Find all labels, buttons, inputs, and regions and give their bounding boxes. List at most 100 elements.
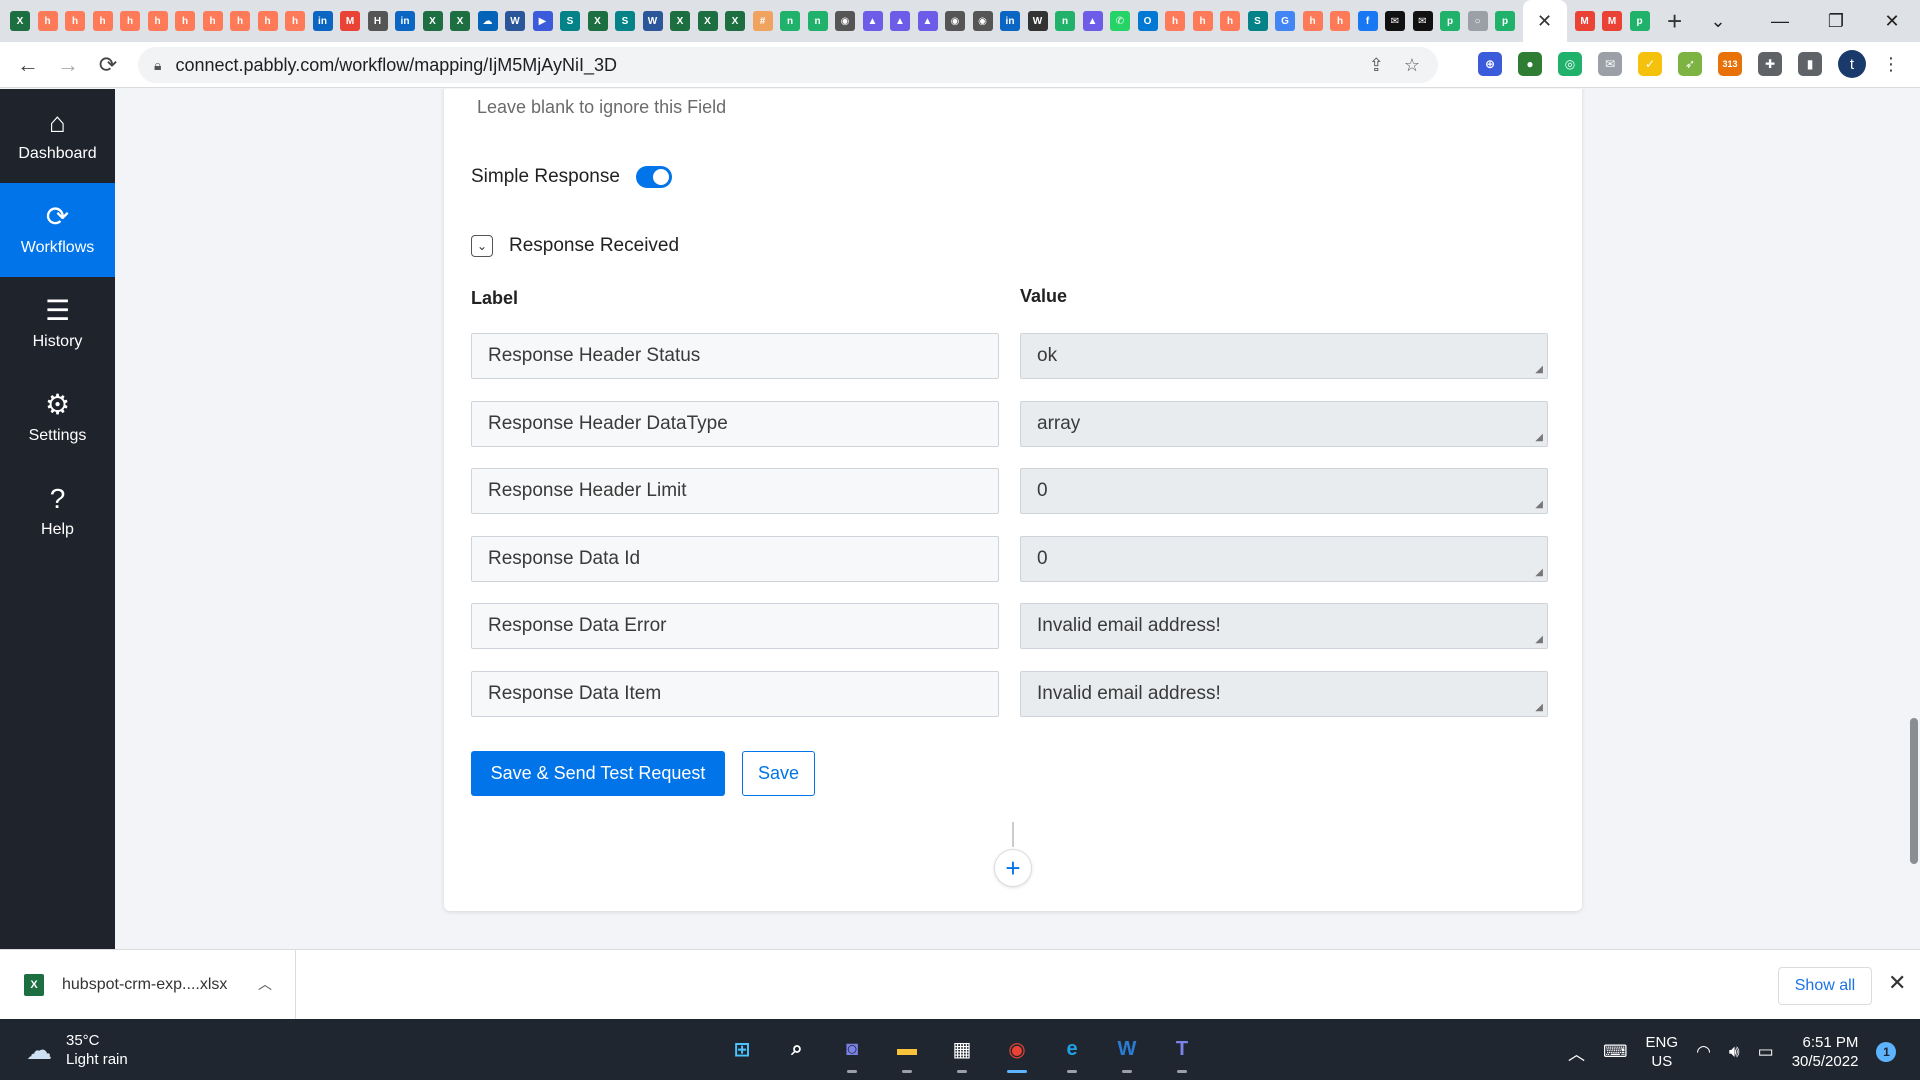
hubspot-icon[interactable]: h — [257, 11, 278, 31]
outlook-icon[interactable]: O — [1137, 11, 1158, 31]
response-label-field[interactable]: Response Data Error — [471, 603, 999, 649]
hubspot-icon[interactable]: h — [120, 11, 140, 31]
page-scrollbar[interactable] — [1910, 718, 1918, 864]
sidebar-item-settings[interactable]: ⚙ Settings — [0, 371, 115, 465]
browser-menu-icon[interactable]: ⋮ — [1882, 54, 1900, 75]
header-icon[interactable]: H — [367, 11, 388, 31]
globe-icon[interactable]: ◉ — [972, 11, 993, 31]
pabbly-icon[interactable]: n — [1055, 11, 1075, 31]
minimize-window-button[interactable]: — — [1752, 0, 1808, 42]
chevron-down-icon[interactable]: ⌄ — [471, 235, 493, 257]
drop-icon[interactable]: ▲ — [917, 11, 938, 31]
excel-icon[interactable]: X — [670, 11, 690, 31]
whatsapp-icon[interactable]: ✆ — [1110, 11, 1130, 31]
share-icon[interactable]: ⇪ — [1369, 55, 1384, 76]
globe-icon[interactable]: ◉ — [945, 11, 965, 31]
sidebar-item-workflows[interactable]: ⟳ Workflows — [0, 183, 115, 277]
excel-icon[interactable]: X — [697, 11, 718, 31]
hubspot-icon[interactable]: h — [37, 11, 58, 31]
pabbly-p-icon[interactable]: p — [1440, 11, 1460, 31]
linkedin-icon[interactable]: in — [395, 11, 415, 31]
word-icon[interactable]: W — [505, 11, 525, 31]
chrome-icon[interactable]: ◉ — [999, 1031, 1035, 1073]
keyboard-icon[interactable]: ⌨ — [1603, 1042, 1628, 1062]
bookmark-star-icon[interactable]: ☆ — [1404, 55, 1420, 76]
response-received-row[interactable]: ⌄ Response Received — [471, 235, 679, 257]
resize-grip-icon[interactable]: ◢ — [1535, 567, 1543, 578]
save-send-test-request-button[interactable]: Save & Send Test Request — [471, 751, 725, 796]
mail-icon[interactable]: ✉ — [1598, 52, 1622, 76]
download-item[interactable]: X hubspot-crm-exp....xlsx ︿ — [0, 950, 296, 1020]
sidebar-item-help[interactable]: ? Help — [0, 465, 115, 559]
battery-icon[interactable]: ▭ — [1758, 1042, 1774, 1062]
onedrive-icon[interactable]: ☁ — [477, 11, 498, 31]
excel-icon[interactable]: X — [450, 11, 470, 31]
forward-button[interactable]: → — [48, 47, 88, 83]
search-icon[interactable]: ⌕ — [779, 1031, 815, 1067]
response-value-field[interactable]: Invalid email address! ◢ — [1020, 603, 1548, 649]
store-icon[interactable]: ▦ — [944, 1031, 980, 1073]
response-value-field[interactable]: Invalid email address! ◢ — [1020, 670, 1548, 717]
excel-icon[interactable]: X — [422, 11, 443, 31]
response-value-field[interactable]: 0 ◢ — [1020, 468, 1548, 514]
resize-grip-icon[interactable]: ◢ — [1535, 702, 1543, 713]
excel-icon[interactable]: X — [725, 11, 745, 31]
response-value-field[interactable]: array ◢ — [1020, 400, 1548, 447]
resize-grip-icon[interactable]: ◢ — [1535, 432, 1543, 443]
chevron-up-icon[interactable]: ︿ — [258, 974, 272, 994]
wix-icon[interactable]: W — [1027, 11, 1048, 31]
word-icon[interactable]: W — [1109, 1031, 1145, 1073]
sharepoint-icon[interactable]: S — [560, 11, 580, 31]
check-icon[interactable]: ✓ — [1638, 52, 1662, 76]
word-icon[interactable]: W — [642, 11, 663, 31]
envelope-icon[interactable]: ✉ — [1385, 11, 1405, 31]
response-label-field[interactable]: Response Header Status — [471, 333, 999, 379]
globe-icon[interactable]: ● — [1518, 52, 1542, 76]
excel-icon[interactable]: X — [587, 11, 608, 31]
facebook-icon[interactable]: f — [1357, 11, 1378, 31]
back-button[interactable]: ← — [8, 47, 48, 83]
hubspot-icon[interactable]: h — [147, 11, 168, 31]
pabbly-p-icon[interactable]: p — [1629, 11, 1650, 31]
response-label-field[interactable]: Response Header Limit — [471, 468, 999, 514]
drop-icon[interactable]: ▲ — [1082, 11, 1103, 31]
hubspot-icon[interactable]: h — [1165, 11, 1185, 31]
hubspot-icon[interactable]: h — [1220, 11, 1240, 31]
sharepoint-icon[interactable]: S — [1247, 11, 1268, 31]
counter-icon[interactable]: 313 — [1718, 52, 1742, 76]
tab-search-chevron-icon[interactable]: ⌄ — [1690, 0, 1746, 42]
hubspot-icon[interactable]: h — [1302, 11, 1323, 31]
profile-avatar[interactable]: t — [1838, 50, 1866, 78]
hubspot-icon[interactable]: h — [65, 11, 85, 31]
vpn-icon[interactable]: ⊕ — [1478, 52, 1502, 76]
input-language[interactable]: ENG US — [1646, 1033, 1679, 1071]
file-explorer-icon[interactable]: ▬ — [889, 1031, 925, 1073]
volume-icon[interactable]: 🔊︎ — [1729, 1042, 1740, 1062]
hubspot-icon[interactable]: h — [230, 11, 250, 31]
hubspot-icon[interactable]: h — [175, 11, 195, 31]
google-icon[interactable]: G — [1275, 11, 1295, 31]
hubspot-icon[interactable]: h — [285, 11, 305, 31]
notification-badge[interactable]: 1 — [1876, 1042, 1897, 1062]
excel-icon[interactable]: X — [10, 11, 30, 31]
simple-response-toggle[interactable] — [635, 166, 672, 188]
circle-icon[interactable]: ○ — [1467, 11, 1488, 31]
hubspot-icon[interactable]: h — [1192, 11, 1213, 31]
globe-icon[interactable]: ◉ — [835, 11, 855, 31]
add-step-button[interactable]: + — [994, 849, 1032, 887]
response-label-field[interactable]: Response Data Id — [471, 535, 999, 582]
restore-window-button[interactable]: ❐ — [1808, 0, 1864, 42]
active-tab-close-icon[interactable]: ✕ — [1522, 0, 1567, 42]
teams-icon[interactable]: T — [1164, 1031, 1200, 1073]
chat-icon[interactable]: ◙ — [834, 1031, 870, 1073]
close-window-button[interactable]: ✕ — [1864, 0, 1920, 42]
response-label-field[interactable]: Response Data Item — [471, 670, 999, 717]
drop-icon[interactable]: ▲ — [890, 11, 910, 31]
new-tab-plus-icon[interactable]: + — [1667, 8, 1682, 34]
hubspot-icon[interactable]: h — [202, 11, 223, 31]
resize-grip-icon[interactable]: ◢ — [1535, 500, 1543, 510]
pabbly-p-icon[interactable]: p — [1495, 11, 1515, 31]
show-hidden-icons-chevron-icon[interactable]: ︿ — [1568, 1040, 1585, 1065]
sidebar-item-history[interactable]: ☰ History — [0, 277, 115, 371]
resize-grip-icon[interactable]: ◢ — [1535, 365, 1543, 375]
